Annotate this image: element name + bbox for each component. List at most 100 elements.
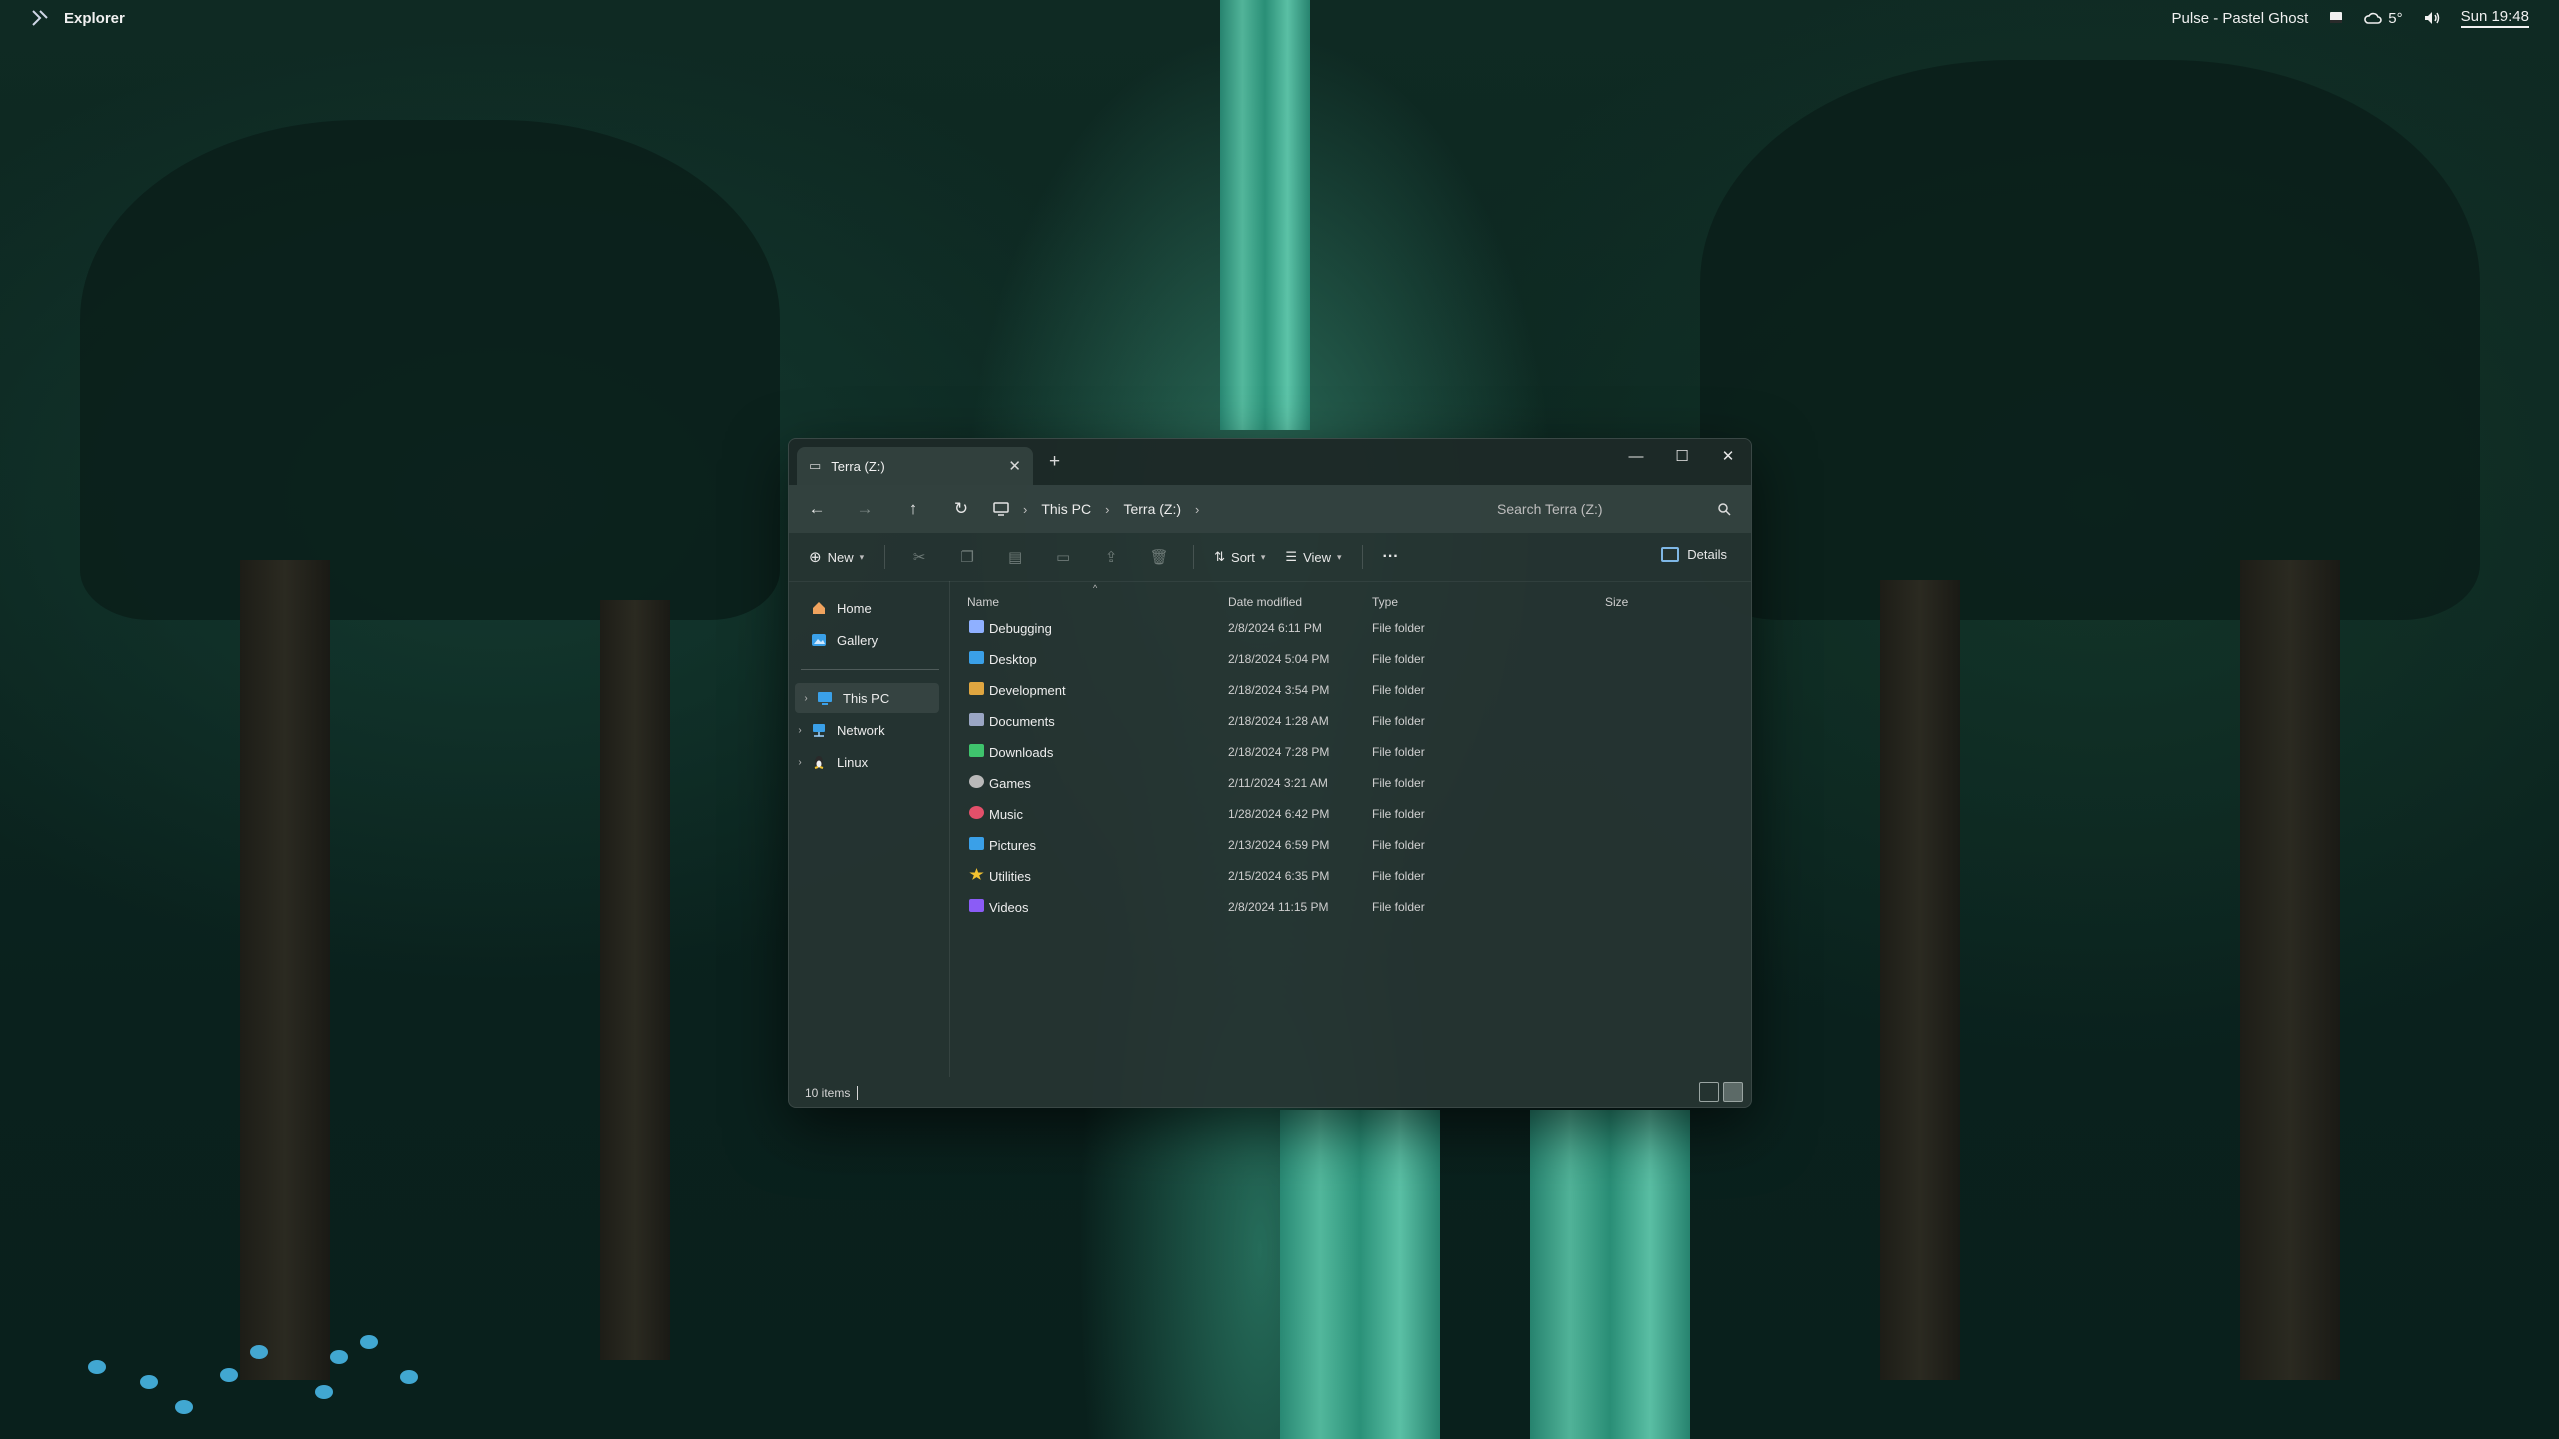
file-date: 2/11/2024 3:21 AM xyxy=(1228,776,1328,790)
sort-icon: ⇅ xyxy=(1214,549,1226,564)
games-folder-icon xyxy=(969,775,984,788)
file-type: File folder xyxy=(1372,807,1425,821)
navigation-bar: ← → ↑ ↻ › This PC › Terra (Z:) › Search … xyxy=(789,485,1751,533)
file-row[interactable]: Documents 2/18/2024 1:28 AM File folder xyxy=(951,706,1751,737)
new-button[interactable]: ⊕ New ▾ xyxy=(809,548,864,566)
sidebar-item-linux[interactable]: › Linux xyxy=(789,747,941,777)
details-view-icon[interactable] xyxy=(1699,1082,1719,1102)
file-row[interactable]: Music 1/28/2024 6:42 PM File folder xyxy=(951,799,1751,830)
tiles-view-icon[interactable] xyxy=(1723,1082,1743,1102)
wallpaper-flower xyxy=(315,1385,333,1399)
expand-chevron-icon[interactable]: › xyxy=(795,693,817,704)
file-row[interactable]: Videos 2/8/2024 11:15 PM File folder xyxy=(951,892,1751,923)
file-date: 2/8/2024 11:15 PM xyxy=(1228,900,1329,914)
toolbar-divider xyxy=(1361,545,1363,569)
file-row[interactable]: Downloads 2/18/2024 7:28 PM File folder xyxy=(951,737,1751,768)
wallpaper-flower xyxy=(175,1400,193,1414)
linux-icon xyxy=(811,754,827,770)
file-row[interactable]: Pictures 2/13/2024 6:59 PM File folder xyxy=(951,830,1751,861)
minimize-button[interactable]: — xyxy=(1613,439,1659,473)
computer-icon xyxy=(817,690,833,706)
file-date: 2/18/2024 5:04 PM xyxy=(1228,652,1330,666)
wallpaper-trunk xyxy=(1880,580,1960,1380)
maximize-button[interactable]: ☐ xyxy=(1659,439,1705,473)
file-row[interactable]: Desktop 2/18/2024 5:04 PM File folder xyxy=(951,644,1751,675)
file-row[interactable]: Debugging 2/8/2024 6:11 PM File folder xyxy=(951,613,1751,644)
refresh-button[interactable]: ↻ xyxy=(937,499,985,519)
search-icon xyxy=(1718,503,1731,516)
wallpaper-trunk xyxy=(600,600,670,1360)
more-options-button[interactable]: ··· xyxy=(1383,548,1399,566)
file-date: 2/18/2024 7:28 PM xyxy=(1228,745,1330,759)
address-bar[interactable]: › This PC › Terra (Z:) › xyxy=(993,501,1199,517)
sidebar-item-home[interactable]: Home xyxy=(789,593,941,623)
details-pane-icon xyxy=(1661,547,1680,562)
new-tab-button[interactable]: + xyxy=(1049,451,1060,473)
details-label: Details xyxy=(1687,547,1727,562)
file-type: File folder xyxy=(1372,714,1425,728)
column-header-name[interactable]: Name xyxy=(967,595,999,609)
close-window-button[interactable]: ✕ xyxy=(1705,439,1751,473)
close-tab-icon[interactable]: ✕ xyxy=(1008,457,1021,475)
wallpaper-flower xyxy=(250,1345,268,1359)
desktop-folder-icon xyxy=(969,651,984,664)
view-button[interactable]: ☰ View ▾ xyxy=(1285,549,1341,565)
weather[interactable]: 5° xyxy=(2364,10,2403,27)
sidebar-item-this-pc[interactable]: › This PC xyxy=(795,683,939,713)
breadcrumb-this-pc[interactable]: This PC xyxy=(1041,501,1091,517)
toolbar-divider xyxy=(884,545,886,569)
details-button[interactable]: Details xyxy=(1661,547,1727,562)
view-icon: ☰ xyxy=(1285,549,1298,564)
up-button[interactable]: ↑ xyxy=(889,499,937,519)
copy-button[interactable]: ❐ xyxy=(953,548,981,566)
computer-icon xyxy=(993,502,1009,516)
drive-icon: ▭ xyxy=(809,458,822,473)
command-bar: ⊕ New ▾ ✂ ❐ ▤ ▭ ⇪ 🗑 ⇅ Sort ▾ ☰ View ▾ ··… xyxy=(789,533,1751,582)
wallpaper-waterfall xyxy=(1280,1110,1440,1439)
tab-terra[interactable]: ▭ Terra (Z:) ✕ xyxy=(797,447,1033,485)
breadcrumb-terra[interactable]: Terra (Z:) xyxy=(1123,501,1181,517)
sidebar-item-label: Linux xyxy=(837,754,869,770)
search-box[interactable]: Search Terra (Z:) xyxy=(1481,493,1739,525)
item-count: 10 items xyxy=(805,1086,851,1100)
status-bar: 10 items xyxy=(789,1077,1751,1107)
sort-label: Sort xyxy=(1231,549,1255,565)
rename-button[interactable]: ▭ xyxy=(1049,548,1077,566)
file-name: Videos xyxy=(989,900,1029,915)
gallery-icon xyxy=(811,632,827,648)
documents-folder-icon xyxy=(969,713,984,726)
file-type: File folder xyxy=(1372,683,1425,697)
back-button[interactable]: ← xyxy=(793,499,841,519)
network-icon xyxy=(811,722,827,738)
breadcrumb-chevron-icon[interactable]: › xyxy=(1195,502,1199,517)
column-header-size[interactable]: Size xyxy=(1605,595,1628,609)
delete-button[interactable]: 🗑 xyxy=(1145,548,1173,566)
sidebar-item-gallery[interactable]: Gallery xyxy=(789,625,941,655)
volume-icon[interactable] xyxy=(2423,10,2441,26)
wallpaper-waterfall xyxy=(1220,0,1310,430)
expand-chevron-icon[interactable]: › xyxy=(789,757,811,768)
cut-button[interactable]: ✂ xyxy=(905,548,933,566)
sidebar-item-network[interactable]: › Network xyxy=(789,715,941,745)
sort-button[interactable]: ⇅ Sort ▾ xyxy=(1214,549,1265,565)
forward-button[interactable]: → xyxy=(841,499,889,519)
window-controls: — ☐ ✕ xyxy=(1613,439,1751,473)
title-bar: ▭ Terra (Z:) ✕ + — ☐ ✕ xyxy=(789,439,1751,485)
home-icon xyxy=(811,600,827,616)
paste-button[interactable]: ▤ xyxy=(1001,548,1029,566)
expand-chevron-icon[interactable]: › xyxy=(789,725,811,736)
drive-icon[interactable] xyxy=(2328,10,2344,26)
file-date: 2/8/2024 6:11 PM xyxy=(1228,621,1322,635)
now-playing[interactable]: Pulse - Pastel Ghost xyxy=(2172,10,2309,27)
column-header-type[interactable]: Type xyxy=(1372,595,1398,609)
share-button[interactable]: ⇪ xyxy=(1097,548,1125,566)
wallpaper-trunk xyxy=(240,560,330,1380)
clock[interactable]: Sun 19:48 xyxy=(2460,8,2529,28)
column-header-date[interactable]: Date modified xyxy=(1228,595,1302,609)
sidebar-divider xyxy=(801,669,939,670)
app-menu-icon[interactable] xyxy=(30,8,50,28)
file-row[interactable]: Games 2/11/2024 3:21 AM File folder xyxy=(951,768,1751,799)
development-folder-icon xyxy=(969,682,984,695)
file-row[interactable]: Utilities 2/15/2024 6:35 PM File folder xyxy=(951,861,1751,892)
file-row[interactable]: Development 2/18/2024 3:54 PM File folde… xyxy=(951,675,1751,706)
